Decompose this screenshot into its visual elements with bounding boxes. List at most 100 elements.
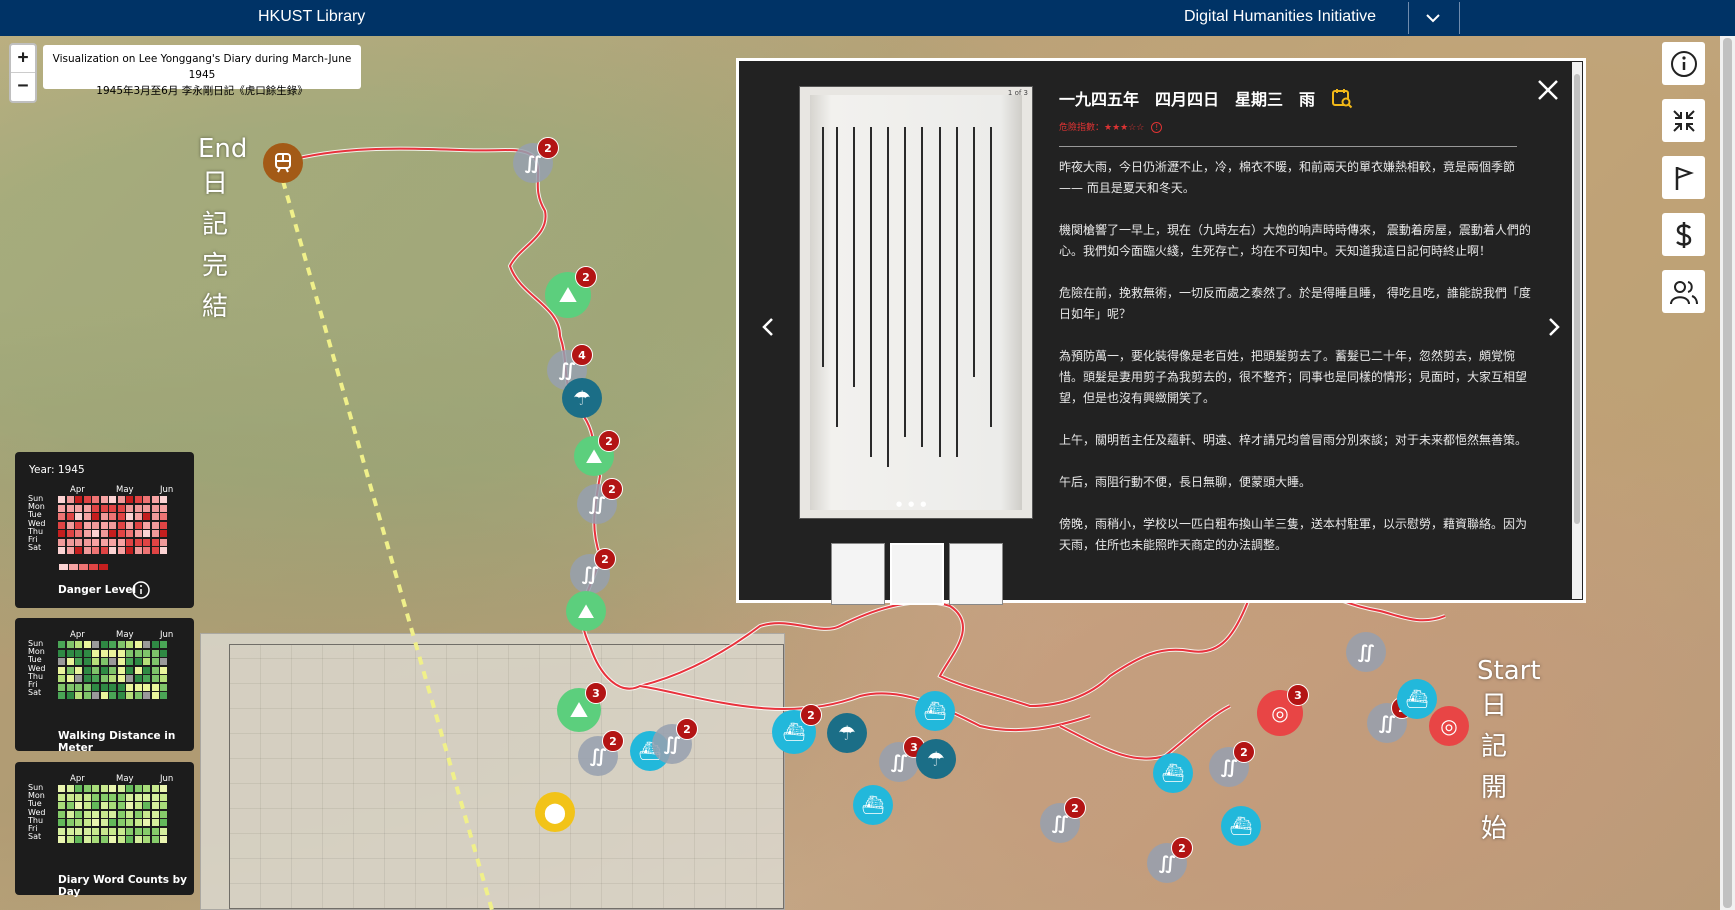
heatmap-cell [58,658,65,665]
marker-boat[interactable]: ⛴ [1397,679,1437,719]
marker-boat[interactable]: ⛴ [853,785,893,825]
heatmap-cell [109,819,116,826]
marker-boat[interactable]: ⛴ [1153,753,1193,793]
zoom-out-button[interactable]: − [11,73,35,101]
marker-walk[interactable]: ∬2 [577,478,623,524]
boat-icon: ⛴ [782,721,806,743]
info-button[interactable] [1662,42,1705,85]
zoom-in-button[interactable]: + [11,45,35,73]
flag-button[interactable] [1662,156,1705,199]
marker-train[interactable] [263,143,303,183]
heatmap-cell [151,666,159,674]
marker-rain[interactable]: ☂ [916,739,956,779]
boat-icon: ⛴ [1405,688,1429,710]
heatmap-cell [126,538,133,546]
cost-button[interactable] [1662,213,1705,256]
initiative-link[interactable]: Digital Humanities Initiative [1184,8,1376,26]
heatmap-cell [58,793,65,801]
heatmap-cell [134,827,142,835]
collapse-button[interactable] [1662,99,1705,142]
marker-walk[interactable]: ∬2 [1147,837,1193,883]
footprints-icon: ∬ [890,751,908,773]
boat-icon: ⛴ [861,794,885,816]
marker-walk[interactable]: ∬2 [652,718,698,764]
heatmap-cell [134,530,142,537]
chevron-right-icon[interactable] [1547,316,1561,338]
thumbnail[interactable] [949,543,1003,605]
thumbnail[interactable] [831,543,885,605]
chevron-left-icon[interactable] [761,316,775,338]
heatmap-cell [134,513,142,520]
marker-rain[interactable]: ☂ [562,378,602,418]
heatmap-cell [83,530,91,537]
info-icon[interactable] [131,580,151,600]
heatmap-cell [143,504,150,512]
heatmap-cell [100,513,108,520]
marker-rain[interactable]: ☂ [827,713,867,753]
calendar-search-icon[interactable] [1331,87,1353,109]
heatmap-cell [66,836,74,843]
marker-walk[interactable]: ∬ [1346,632,1386,672]
close-icon[interactable] [1535,77,1561,103]
heatmap-cell [151,827,159,835]
marker-walk[interactable]: ∬2 [1209,741,1255,787]
heatmap-cell [66,530,74,537]
marker-location[interactable]: ⬤ [535,792,575,832]
heatmap-cell [75,827,82,835]
heatmap-cell [83,666,91,674]
heatmap-cell [117,641,125,648]
heatmap-cell [134,496,142,503]
heatmap-cell [126,785,133,792]
info-icon[interactable]: ! [1151,122,1163,133]
heatmap-cell [151,785,159,792]
heatmap-cell [109,513,116,520]
marker-mountain[interactable]: ⛰ 2 [574,430,620,476]
chevron-down-icon[interactable] [1420,6,1446,30]
heatmap-cell [75,547,82,554]
legend-caption: Walking Distance in Meter [58,730,176,754]
heatmap-cell [92,649,99,657]
marker-boat[interactable]: ⛴ 2 [772,704,822,754]
marker-walk[interactable]: ∬2 [1040,797,1086,843]
library-link[interactable]: HKUST Library [258,8,365,26]
heatmap-cell [117,521,125,529]
marker-danger[interactable]: ◎ 3 [1257,684,1309,736]
boat-icon: ⛴ [1229,815,1253,837]
page-scrollbar[interactable] [1720,36,1735,910]
marker-boat[interactable]: ⛴ [1221,806,1261,846]
mountain-icon: ⛰ [558,282,578,308]
marker-boat[interactable]: ⛴ [915,691,955,731]
modal-scrollbar[interactable] [1572,62,1582,599]
heatmap-cell [109,836,116,843]
heatmap-cell [66,675,74,682]
heatmap-cell [58,810,65,818]
mountain-icon: ⛰ [569,697,589,723]
heatmap-cell [92,496,99,503]
heatmap-cell [151,649,159,657]
people-button[interactable] [1662,270,1705,313]
heatmap-cell [66,658,74,665]
marker-walk[interactable]: ∬2 [513,137,559,183]
marker-walk[interactable]: ∬ 3 [879,736,925,782]
mountain-icon: ⛰ [577,599,595,623]
marker-mountain[interactable]: ⛰ 3 [557,682,607,732]
marker-walk[interactable]: ∬2 [578,730,624,776]
thumbnail-selected[interactable] [890,543,944,605]
heatmap-cell [92,547,99,554]
heatmap-cell [83,785,91,792]
heatmap-cell [117,496,125,503]
marker-start[interactable]: ◎ [1429,706,1469,746]
heatmap-cell [126,675,133,682]
word-count-legend: Apr May Jun Sun Mon Tue Wed Thu Fri Sat Diary Wo… [15,762,194,898]
end-label-zh: 日記完結 [201,169,228,322]
heatmap-cell [100,496,108,503]
heatmap-cell [143,827,150,835]
carousel-dots[interactable]: ●●● [896,500,932,508]
marker-walk[interactable]: ∬2 [570,548,616,594]
diary-page-image[interactable]: 1 of 3 ●●● [799,86,1033,519]
marker-mountain[interactable]: ⛰ 2 [545,266,597,318]
zoom-control: + − [9,43,37,103]
marker-mountain[interactable]: ⛰ [566,591,606,631]
count-badge: 2 [594,548,616,570]
heatmap-cell [100,819,108,826]
